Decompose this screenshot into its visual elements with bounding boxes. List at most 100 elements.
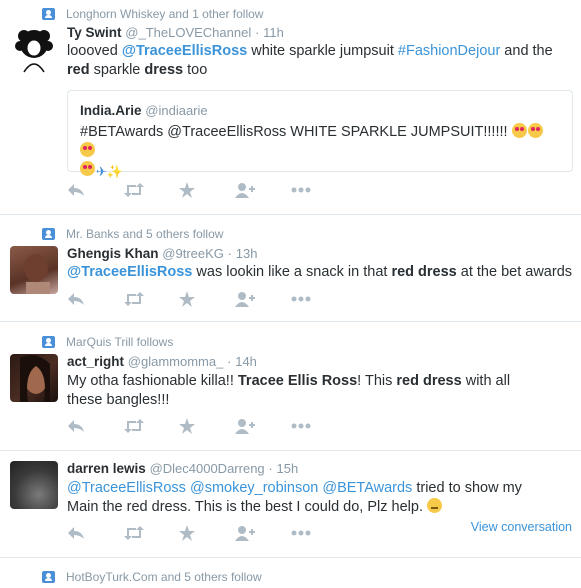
avatar[interactable] xyxy=(10,354,58,402)
follow-icon[interactable] xyxy=(235,180,291,200)
quoted-tweet-header: India.Arie @indiaarie xyxy=(80,103,208,118)
avatar[interactable] xyxy=(10,26,58,74)
social-context-text[interactable]: Mr. Banks and 5 others follow xyxy=(66,227,223,241)
favorite-icon[interactable] xyxy=(179,416,235,436)
heart-eyes-emoji-icon xyxy=(80,161,95,176)
fullname[interactable]: Ghengis Khan xyxy=(67,246,159,261)
reply-icon[interactable] xyxy=(67,523,123,543)
username[interactable]: @Dlec4000Darreng xyxy=(150,461,265,476)
separator-dot: · xyxy=(268,461,273,476)
reply-icon[interactable] xyxy=(67,289,123,309)
tweet-actions xyxy=(67,180,347,200)
hashtag-link[interactable]: #FashionDejour xyxy=(398,43,500,59)
follow-icon[interactable] xyxy=(235,523,291,543)
avatar-photo xyxy=(20,355,50,402)
more-icon[interactable] xyxy=(291,416,347,436)
text-segment: at the bet awards xyxy=(456,264,573,280)
tweet-header: act_right @glammomma_ · 14h xyxy=(67,354,257,369)
tweet-actions xyxy=(67,289,347,309)
tweet[interactable]: MarQuis Trill follows act_right @glammom… xyxy=(0,322,581,451)
text-segment: sparkle xyxy=(89,62,145,78)
retweet-icon[interactable] xyxy=(123,289,179,309)
mention-link[interactable]: @TraceeEllisRoss xyxy=(67,264,192,280)
favorite-icon[interactable] xyxy=(179,180,235,200)
quoted-tweet[interactable]: India.Arie @indiaarie #BETAwards @Tracee… xyxy=(67,90,573,179)
tweet-text: @TraceeEllisRoss was lookin like a snack… xyxy=(67,263,573,282)
separator-dot: · xyxy=(227,354,232,369)
text-segment: too xyxy=(183,62,208,78)
avatar[interactable] xyxy=(10,246,58,294)
username[interactable]: @_TheLOVEChannel xyxy=(125,25,251,40)
follow-context-icon xyxy=(42,336,55,348)
favorite-icon[interactable] xyxy=(179,523,235,543)
heart-eyes-emoji-icon xyxy=(527,123,543,138)
retweet-icon[interactable] xyxy=(123,180,179,200)
follow-context-icon xyxy=(42,571,55,583)
heart-eyes-emoji-icon xyxy=(511,123,527,138)
quoted-username[interactable]: @indiaarie xyxy=(145,103,207,118)
username[interactable]: @glammomma_ xyxy=(128,354,224,369)
username[interactable]: @9treeKG xyxy=(162,246,224,261)
retweet-icon[interactable] xyxy=(123,523,179,543)
tweet-actions xyxy=(67,416,347,436)
text-segment: My otha fashionable killa!! xyxy=(67,373,238,389)
quoted-tweet-text: #BETAwards @TraceeEllisRoss WHITE SPARKL… xyxy=(80,123,558,181)
fullname[interactable]: Ty Swint xyxy=(67,25,122,40)
timestamp[interactable]: 15h xyxy=(277,461,299,476)
quoted-text: #BETAwards @TraceeEllisRoss WHITE SPARKL… xyxy=(80,124,512,140)
timestamp[interactable]: 11h xyxy=(263,25,284,40)
more-icon[interactable] xyxy=(291,523,347,543)
text-segment: ! This xyxy=(357,373,397,389)
mention-link[interactable]: @TraceeEllisRoss xyxy=(67,480,186,496)
tweet[interactable]: Mr. Banks and 5 others follow Ghengis Kh… xyxy=(0,214,581,322)
mention-link[interactable]: @smokey_robinson xyxy=(190,480,318,496)
heart-eyes-emoji-icon xyxy=(80,142,95,157)
text-segment: and the xyxy=(500,43,553,59)
social-context: MarQuis Trill follows xyxy=(42,334,173,350)
favorite-icon[interactable] xyxy=(179,289,235,309)
avatar-photo xyxy=(24,254,50,294)
tweet[interactable]: Longhorn Whiskey and 1 other follow Ty S… xyxy=(0,0,581,215)
retweet-icon[interactable] xyxy=(123,416,179,436)
timestamp[interactable]: 14h xyxy=(235,354,257,369)
tweet-actions xyxy=(67,523,347,543)
social-context: HotBoyTurk.Com and 5 others follow xyxy=(42,569,262,585)
tweet-header: darren lewis @Dlec4000Darreng · 15h xyxy=(67,461,298,476)
follow-context-icon xyxy=(42,228,55,240)
tweet-text: @TraceeEllisRoss @smokey_robinson @BETAw… xyxy=(67,479,557,517)
follow-icon[interactable] xyxy=(235,416,291,436)
highlight: red dress xyxy=(391,264,457,280)
view-conversation-link[interactable]: View conversation xyxy=(471,520,572,534)
text-segment: white sparkle jumpsuit xyxy=(247,43,398,59)
fullname[interactable]: darren lewis xyxy=(67,461,146,476)
more-icon[interactable] xyxy=(291,289,347,309)
sparkles-emoji-icon: ✈✨ xyxy=(96,164,124,179)
highlight: dress xyxy=(144,62,184,78)
avatar[interactable] xyxy=(10,461,58,509)
tweet-header: Ghengis Khan @9treeKG · 13h xyxy=(67,246,257,261)
reply-icon[interactable] xyxy=(67,180,123,200)
mention-link[interactable]: @TraceeEllisRoss xyxy=(122,43,247,59)
social-context: Longhorn Whiskey and 1 other follow xyxy=(42,6,263,22)
timestamp[interactable]: 13h xyxy=(236,246,258,261)
social-context-text[interactable]: Longhorn Whiskey and 1 other follow xyxy=(66,7,263,21)
follow-icon[interactable] xyxy=(235,289,291,309)
follow-context-icon xyxy=(42,8,55,20)
reply-icon[interactable] xyxy=(67,416,123,436)
social-context: Mr. Banks and 5 others follow xyxy=(42,226,223,242)
tweet[interactable]: darren lewis @Dlec4000Darreng · 15h @Tra… xyxy=(0,451,581,558)
more-icon[interactable] xyxy=(291,180,347,200)
quoted-fullname[interactable]: India.Arie xyxy=(80,103,142,118)
fullname[interactable]: act_right xyxy=(67,354,124,369)
tweet[interactable]: HotBoyTurk.Com and 5 others follow xyxy=(0,558,581,588)
mention-link[interactable]: @BETAwards xyxy=(322,480,412,496)
social-context-text[interactable]: HotBoyTurk.Com and 5 others follow xyxy=(66,570,262,584)
separator-dot: · xyxy=(227,246,233,261)
tweet-header: Ty Swint @_TheLOVEChannel · 11h xyxy=(67,25,284,40)
tweet-text: loooved @TraceeEllisRoss white sparkle j… xyxy=(67,42,573,80)
highlight: red xyxy=(67,62,90,78)
social-context-text[interactable]: MarQuis Trill follows xyxy=(66,335,173,349)
tweet-text: My otha fashionable killa!! Tracee Ellis… xyxy=(67,372,547,410)
highlight: Tracee Ellis Ross xyxy=(237,373,358,389)
text-segment: loooved xyxy=(67,43,122,59)
